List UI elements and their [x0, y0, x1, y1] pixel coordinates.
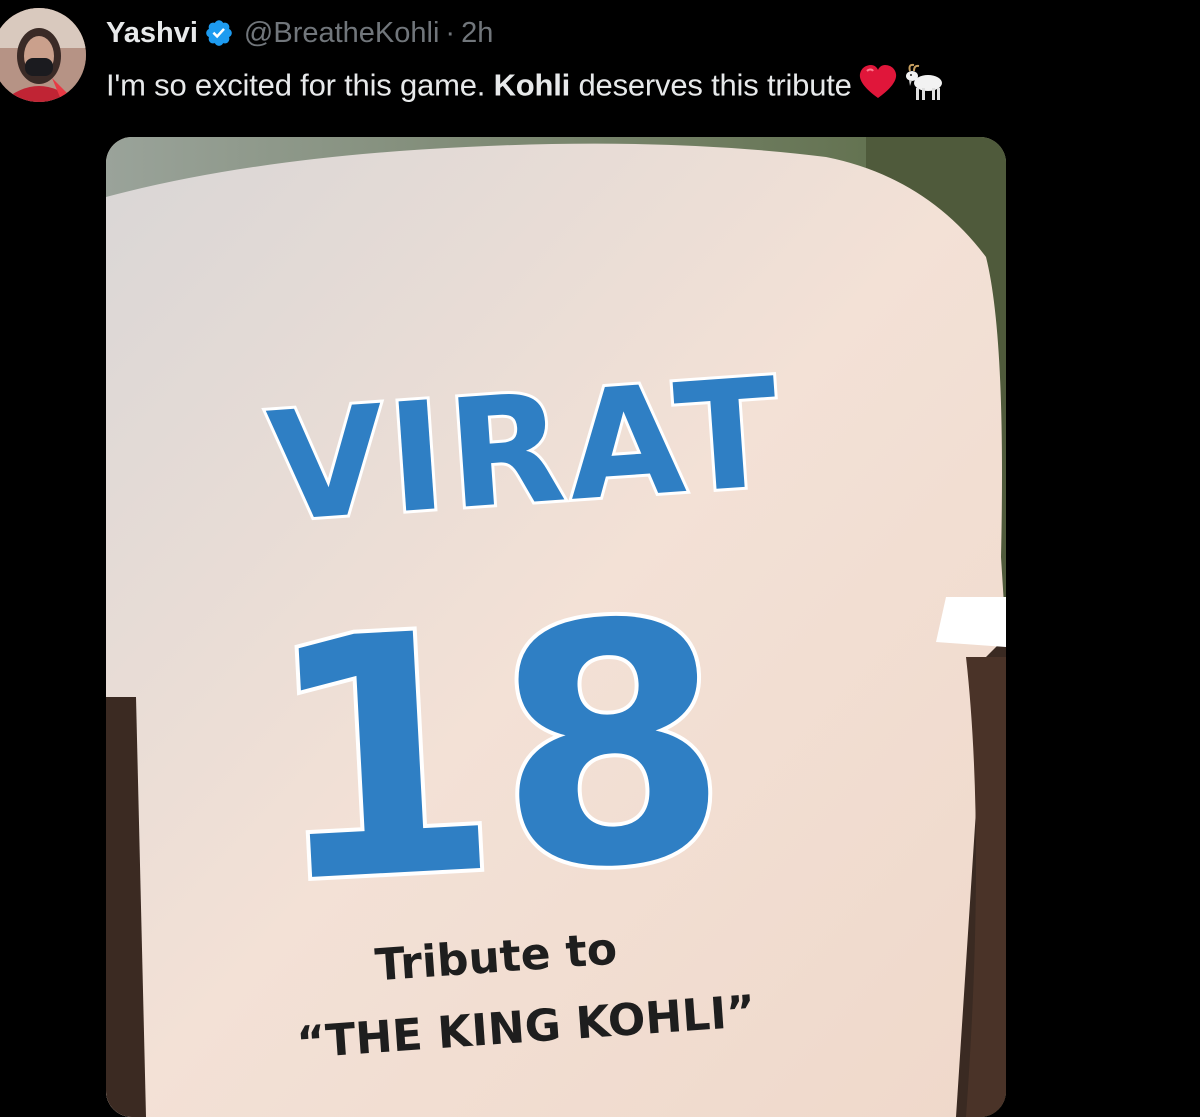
jersey-photo: VIRAT 18 Tribute to “THE KING KOHLI” [106, 137, 1006, 1117]
tweet-text: I'm so excited for this game. Kohli dese… [106, 62, 948, 113]
tweet-text-part1: I'm so excited for this game. [106, 67, 494, 103]
profile-avatar-image [0, 8, 86, 102]
tweet-text-bold: Kohli [493, 67, 571, 103]
author-display-name[interactable]: Yashvi [106, 17, 198, 50]
tweet-text-part2: deserves this tribute [570, 67, 852, 103]
tweet-media-photo[interactable]: VIRAT 18 Tribute to “THE KING KOHLI” [106, 137, 1006, 1117]
author-handle[interactable]: @BreatheKohli [244, 17, 440, 50]
tweet-header: Yashvi @BreatheKohli · 2h [106, 14, 493, 52]
separator-dot: · [445, 16, 456, 49]
tweet[interactable]: Yashvi @BreatheKohli · 2h I'm so excited… [0, 0, 1200, 1117]
tweet-timestamp[interactable]: 2h [461, 17, 493, 50]
jersey-name-text: VIRAT [260, 343, 791, 558]
jersey-number: 18 [257, 549, 736, 957]
jersey-number-text: 18 [253, 545, 740, 961]
author-avatar[interactable] [0, 8, 86, 102]
verified-badge-icon [204, 18, 234, 48]
red-heart-icon [858, 64, 898, 111]
goat-icon [904, 62, 948, 113]
jersey-name: VIRAT [263, 346, 788, 555]
